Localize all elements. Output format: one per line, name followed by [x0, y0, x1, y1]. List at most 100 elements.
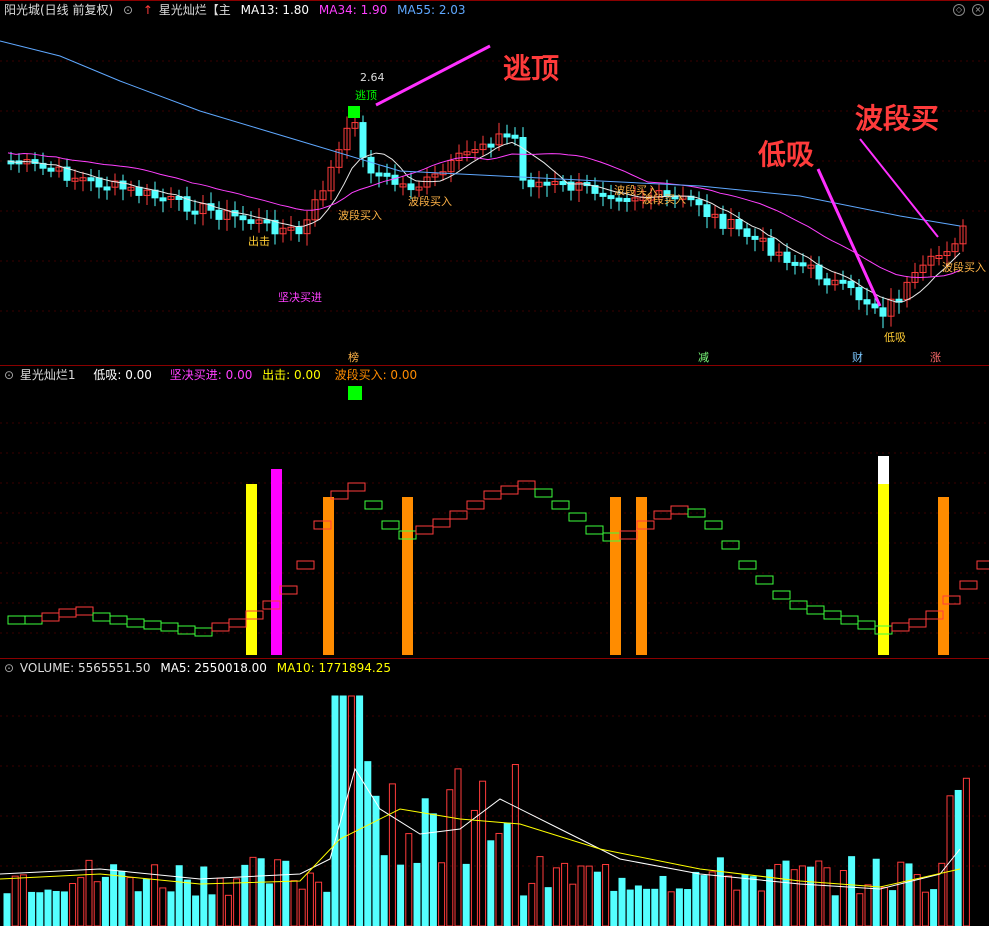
candle-body [247, 219, 255, 224]
peak-value: 2.64 [360, 71, 385, 84]
volume-bar [495, 832, 503, 926]
candle-body [871, 303, 879, 309]
volume-bar [561, 862, 569, 926]
candle-body [623, 197, 631, 202]
volume-bar [880, 887, 888, 926]
candle-body [615, 197, 623, 202]
signal-bar-cap [878, 456, 889, 484]
candle-body [47, 167, 55, 172]
event-mark-4[interactable]: 涨 [928, 349, 943, 365]
volume-bar [93, 881, 101, 926]
volume-bar [3, 893, 11, 926]
indicator-chart[interactable] [0, 366, 989, 658]
volume-bar [856, 893, 864, 926]
volume-panel[interactable]: ⊙ VOLUME: 5565551.50 MA5: 2550018.00 MA1… [0, 658, 989, 926]
indicator-box [772, 590, 791, 600]
event-mark-2[interactable]: 减 [696, 349, 711, 365]
firm-buy-tag: 坚决买进 [278, 291, 322, 304]
volume-bar [265, 883, 273, 926]
volume-bar [142, 878, 150, 926]
volume-bar [905, 863, 913, 926]
stock-label[interactable]: 阳光城(日线 前复权) [4, 3, 113, 17]
indicator-box [619, 530, 638, 540]
indicator-box [959, 580, 978, 590]
close-icon[interactable]: × [972, 4, 984, 16]
volume-bar [544, 887, 552, 926]
indicator-box [857, 620, 876, 630]
volume-bar [634, 885, 642, 926]
volume-bar [741, 874, 749, 926]
volume-bar [766, 869, 774, 926]
volume-bar [44, 889, 52, 926]
indicator-box [347, 482, 366, 492]
wave-buy-tag-1: 波段买入 [338, 209, 382, 222]
indicator-box [568, 512, 587, 522]
volume-bar [643, 888, 651, 926]
volume-bar [913, 874, 921, 926]
volume-header: ⊙ VOLUME: 5565551.50 MA5: 2550018.00 MA1… [0, 659, 989, 677]
candle-body [543, 181, 551, 186]
candle-body [743, 228, 751, 237]
volume-bar [470, 809, 478, 926]
volume-bar [126, 877, 134, 926]
volume-bar [823, 867, 831, 926]
indicator-box [58, 608, 77, 618]
volume-bar [356, 695, 364, 926]
volume-bar [651, 888, 659, 926]
indicator-box [891, 622, 910, 632]
volume-bar [528, 882, 536, 926]
price-chart[interactable] [0, 1, 989, 365]
price-panel[interactable]: 阳光城(日线 前复权) ⊙ ↑ 星光灿烂【主 MA13: 1.80 MA34: … [0, 0, 989, 365]
indicator-box [500, 485, 519, 495]
candle-body [719, 213, 727, 229]
volume-bar [602, 864, 610, 926]
event-mark-3[interactable]: 财 [850, 349, 865, 365]
volume-bar [708, 871, 716, 926]
volume-bar [85, 859, 93, 926]
volume-bar [872, 858, 880, 926]
volume-bar [618, 877, 626, 926]
indicator-title[interactable]: 星光灿烂1 [20, 368, 76, 382]
diamond-icon[interactable]: ◇ [953, 4, 965, 16]
volume-bar [249, 856, 257, 926]
signal-bar [878, 484, 889, 655]
indicator-box [534, 488, 553, 498]
indicator-box [449, 510, 468, 520]
indicator-dropdown[interactable]: ⊙ [123, 3, 133, 17]
indicator-box [415, 525, 434, 535]
candle-body [695, 199, 703, 206]
volume-bar [110, 864, 118, 926]
candle-body [599, 192, 607, 197]
wave-buy-tag-2: 波段买入 [408, 195, 452, 208]
volume-bar [380, 855, 388, 926]
indicator-label[interactable]: 星光灿烂【主 [159, 3, 231, 17]
volume-bar [757, 890, 765, 926]
volume-bar [716, 857, 724, 926]
volume-dropdown-icon[interactable]: ⊙ [4, 661, 14, 675]
volume-chart[interactable] [0, 659, 989, 926]
volume-bar [216, 877, 224, 926]
indicator-panel[interactable]: ⊙ 星光灿烂1 低吸: 0.00 坚决买进: 0.00 出击: 0.00 波段买… [0, 365, 989, 658]
indicator-dropdown-icon[interactable]: ⊙ [4, 368, 14, 382]
wave-buy-tag-4: 波段买入 [642, 193, 686, 206]
volume-bar [175, 865, 183, 926]
candle-body [95, 177, 103, 188]
candle-body [295, 226, 303, 235]
volume-bar [552, 867, 560, 926]
volume-bar [921, 891, 929, 926]
indicator-box [41, 612, 60, 622]
volume-bar [930, 889, 938, 926]
event-mark-1[interactable]: 榜 [346, 349, 361, 365]
vol-ma10-value: MA10: 1771894.25 [276, 661, 391, 675]
volume-bar [962, 777, 970, 926]
volume-bar [101, 876, 109, 926]
candle-body [815, 264, 823, 280]
indicator-box [517, 480, 536, 490]
indicator-box [381, 520, 400, 530]
volume-bar [183, 879, 191, 926]
peak-marker [348, 106, 360, 118]
volume-bar [274, 859, 282, 926]
indicator-box [908, 618, 927, 628]
candle-body [839, 279, 847, 284]
indicator-box [432, 518, 451, 528]
